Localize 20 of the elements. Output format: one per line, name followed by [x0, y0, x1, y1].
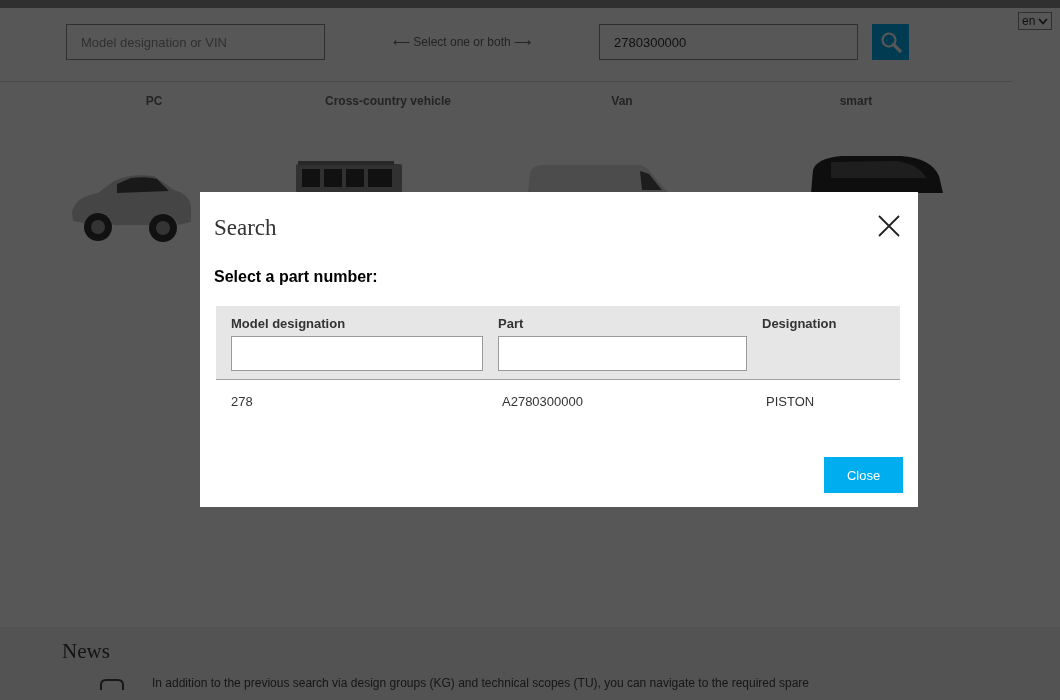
news-title: News [62, 639, 111, 663]
news-text: In addition to the previous search via design groups (KG) and technical scopes (TU), you can navigate to the required spare [152, 676, 810, 690]
dialog-title: Search [214, 215, 277, 241]
table-cell[interactable]: A2780300000 [483, 380, 583, 409]
filter-field[interactable] [231, 336, 483, 371]
column-header: Model designation [231, 316, 346, 331]
frame-icon [100, 679, 124, 690]
search-button[interactable] [872, 24, 909, 60]
column-header: Part [498, 316, 524, 331]
language-select[interactable]: en [1018, 12, 1052, 30]
part-number-field[interactable]: 2780300000 [599, 24, 858, 60]
table-cell[interactable]: 278 [216, 380, 253, 409]
close-button[interactable]: Close [824, 457, 903, 493]
search-icon [879, 31, 902, 53]
column-header: Designation [762, 316, 837, 331]
chevron-down-icon [1038, 17, 1049, 25]
table-cell[interactable]: PISTON [747, 380, 815, 409]
close-icon[interactable] [878, 215, 900, 237]
filter-field[interactable] [498, 336, 747, 371]
dialog-prompt: Select a part number: [214, 268, 379, 286]
